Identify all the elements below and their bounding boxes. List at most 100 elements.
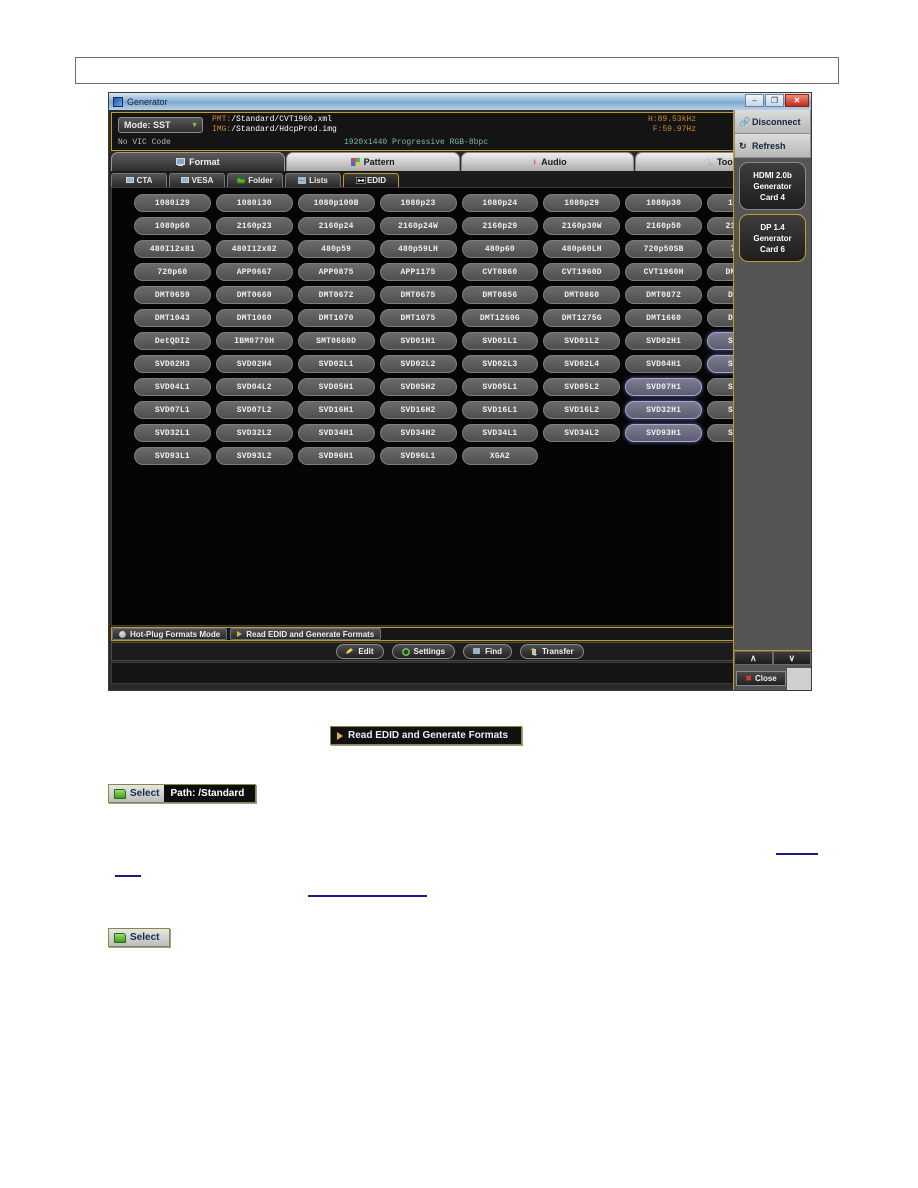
subtab-folder[interactable]: Folder <box>227 173 283 187</box>
format-button[interactable]: XGA2 <box>461 447 539 465</box>
format-button[interactable]: SVD05L1 <box>461 378 539 396</box>
format-button[interactable]: 720p50SB <box>625 240 703 258</box>
format-button[interactable]: CVT0860 <box>461 263 539 281</box>
edit-button[interactable]: Edit <box>336 644 384 659</box>
format-button[interactable]: DMT0872 <box>625 286 703 304</box>
format-button[interactable]: SVD07H1 <box>625 378 703 396</box>
tab-audio[interactable]: Audio <box>460 152 635 171</box>
format-button[interactable]: SVD02H3 <box>134 355 211 373</box>
format-button[interactable]: SVD07L2 <box>215 401 293 419</box>
disconnect-button[interactable]: 🔗 Disconnect <box>734 110 811 134</box>
format-button[interactable]: SVD34L2 <box>543 424 621 442</box>
format-button[interactable]: 2160p24W <box>379 217 457 235</box>
format-button[interactable]: DMT0660 <box>215 286 293 304</box>
format-button[interactable]: DMT1043 <box>134 309 211 327</box>
format-button[interactable]: SVD05H1 <box>297 378 375 396</box>
maximize-button[interactable]: ❐ <box>765 94 784 107</box>
format-button[interactable]: APP0875 <box>297 263 375 281</box>
format-button[interactable]: 1080p60 <box>134 217 211 235</box>
settings-button[interactable]: Settings <box>391 644 456 659</box>
format-button[interactable]: 2160p23 <box>215 217 293 235</box>
format-button[interactable]: SMT0660D <box>297 332 375 350</box>
subtab-vesa[interactable]: VESA <box>169 173 225 187</box>
format-button[interactable]: SVD34H2 <box>379 424 457 442</box>
format-button[interactable]: 480p59 <box>297 240 375 258</box>
subtab-lists[interactable]: Lists <box>285 173 341 187</box>
format-button[interactable]: SVD04L1 <box>134 378 211 396</box>
format-button[interactable]: SVD32H1 <box>625 401 703 419</box>
format-button[interactable]: SVD02L3 <box>461 355 539 373</box>
format-button[interactable]: DMT0856 <box>461 286 539 304</box>
close-window-button[interactable]: ✕ <box>785 94 809 107</box>
format-button[interactable]: SVD93H1 <box>625 424 703 442</box>
nav-up-button[interactable]: ∧ <box>734 651 773 665</box>
format-button[interactable]: SVD96L1 <box>379 447 457 465</box>
format-button[interactable]: 480p60LH <box>543 240 621 258</box>
format-button[interactable]: SVD32L2 <box>215 424 293 442</box>
format-button[interactable]: 2160p24 <box>297 217 375 235</box>
format-button[interactable]: SVD93L2 <box>215 447 293 465</box>
format-button[interactable]: CVT1960D <box>543 263 621 281</box>
format-button[interactable]: 480p59LH <box>379 240 457 258</box>
format-button[interactable]: DMT1070 <box>297 309 375 327</box>
format-button[interactable]: SVD02L1 <box>297 355 375 373</box>
format-button[interactable]: SVD16H1 <box>297 401 375 419</box>
find-button[interactable]: Find <box>463 644 512 659</box>
format-button[interactable]: SVD01H1 <box>379 332 457 350</box>
format-button[interactable]: 1080p23 <box>379 194 457 212</box>
format-button[interactable]: SVD02H1 <box>625 332 703 350</box>
format-button[interactable]: APP0667 <box>215 263 293 281</box>
link-underline-mid[interactable] <box>308 895 427 897</box>
format-button[interactable]: DMT1060 <box>215 309 293 327</box>
format-button[interactable]: DMT0675 <box>379 286 457 304</box>
format-button[interactable]: SVD93L1 <box>134 447 211 465</box>
read-edid-generate-formats-button[interactable]: Read EDID and Generate Formats <box>230 628 382 640</box>
format-button[interactable]: SVD34H1 <box>297 424 375 442</box>
format-button[interactable]: SVD02H4 <box>215 355 293 373</box>
nav-down-button[interactable]: ∨ <box>772 651 811 665</box>
format-button[interactable]: SVD16H2 <box>379 401 457 419</box>
format-button[interactable]: 480I12x81 <box>134 240 211 258</box>
format-button[interactable]: SVD07L1 <box>134 401 211 419</box>
select-button[interactable]: Select <box>109 785 165 802</box>
format-button[interactable]: SVD05H2 <box>379 378 457 396</box>
callout-select-button[interactable]: Select <box>108 928 170 947</box>
format-button[interactable]: DMT1660 <box>625 309 703 327</box>
close-app-button[interactable]: ✖ Close <box>736 671 786 686</box>
format-button[interactable]: SVD01L1 <box>461 332 539 350</box>
format-button[interactable]: APP1175 <box>379 263 457 281</box>
callout-path-select[interactable]: Select Path: /Standard <box>108 784 256 803</box>
format-button[interactable]: SVD16L1 <box>461 401 539 419</box>
refresh-button[interactable]: ↻ Refresh <box>734 134 811 158</box>
callout-read-edid-button[interactable]: Read EDID and Generate Formats <box>330 726 522 745</box>
minimize-button[interactable]: – <box>745 94 764 107</box>
format-button[interactable]: DetQDI2 <box>134 332 211 350</box>
format-button[interactable]: SVD02L4 <box>543 355 621 373</box>
format-button[interactable]: 720p60 <box>134 263 211 281</box>
format-button[interactable]: SVD04L2 <box>215 378 293 396</box>
format-button[interactable]: 2160p29 <box>461 217 539 235</box>
format-button[interactable]: 1080p24 <box>461 194 539 212</box>
format-button[interactable]: CVT1960H <box>625 263 703 281</box>
format-button[interactable]: DMT1260G <box>461 309 539 327</box>
format-button[interactable]: DMT0860 <box>543 286 621 304</box>
format-button[interactable]: SVD04H1 <box>625 355 703 373</box>
format-button[interactable]: 1080i30 <box>215 194 293 212</box>
format-button[interactable]: 1080p30 <box>625 194 703 212</box>
hotplug-formats-mode-button[interactable]: Hot-Plug Formats Mode <box>112 628 228 640</box>
format-button[interactable]: 2160p30W <box>543 217 621 235</box>
format-button[interactable]: DMT0659 <box>134 286 211 304</box>
format-button[interactable]: 1080p100B <box>297 194 375 212</box>
select-button[interactable]: Select <box>109 929 169 946</box>
subtab-cta[interactable]: CTA <box>111 173 167 187</box>
format-button[interactable]: SVD32L1 <box>134 424 211 442</box>
format-button[interactable]: IBM0770H <box>215 332 293 350</box>
format-button[interactable]: SVD96H1 <box>297 447 375 465</box>
format-button[interactable]: SVD34L1 <box>461 424 539 442</box>
format-button[interactable]: 480I12x82 <box>215 240 293 258</box>
format-button[interactable]: SVD01L2 <box>543 332 621 350</box>
format-button[interactable]: 2160p50 <box>625 217 703 235</box>
format-button[interactable]: 1080p29 <box>543 194 621 212</box>
link-underline-right[interactable] <box>776 853 818 855</box>
tab-format[interactable]: Format <box>111 152 285 171</box>
